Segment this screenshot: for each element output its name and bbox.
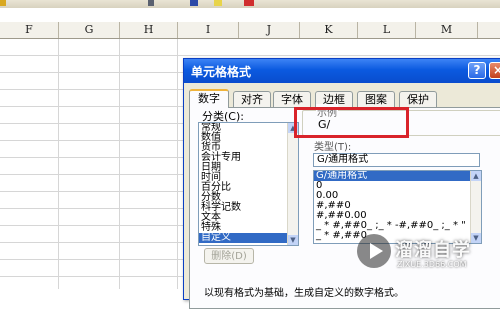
column-header[interactable]: K xyxy=(300,22,358,38)
watermark: 溜溜自学 ZIXUE.3D66.COM xyxy=(349,226,500,289)
column-header[interactable]: J xyxy=(239,22,300,38)
tab-protection[interactable]: 保护 xyxy=(399,91,437,107)
help-button[interactable]: ? xyxy=(468,62,486,79)
watermark-url: ZIXUE.3D66.COM xyxy=(397,260,467,269)
scroll-down-icon[interactable]: ▼ xyxy=(288,235,298,245)
column-header[interactable]: H xyxy=(120,22,178,38)
dialog-title: 单元格格式 xyxy=(191,65,252,79)
tab-alignment[interactable]: 对齐 xyxy=(233,91,271,107)
toolbar-icon[interactable] xyxy=(190,0,198,6)
tab-pattern[interactable]: 图案 xyxy=(357,91,395,107)
list-item-selected[interactable]: G/通用格式 xyxy=(314,171,481,181)
toolbar-icon[interactable] xyxy=(0,0,6,6)
close-button[interactable]: × xyxy=(489,62,500,79)
column-header-row: F G H I J K L M xyxy=(0,22,500,39)
column-header[interactable]: M xyxy=(416,22,478,38)
scroll-up-icon[interactable]: ▲ xyxy=(471,171,481,181)
column-header[interactable]: I xyxy=(178,22,239,38)
toolbar-icon[interactable] xyxy=(214,0,222,6)
toolbar-icon[interactable] xyxy=(148,0,154,6)
dialog-titlebar[interactable]: 单元格格式 ? × xyxy=(184,59,500,83)
toolbar-icon[interactable] xyxy=(244,0,254,6)
tab-number[interactable]: 数字 xyxy=(189,89,229,108)
list-item[interactable]: 0 xyxy=(314,181,481,191)
play-triangle-icon xyxy=(370,243,383,259)
category-scrollbar[interactable]: ▲ ▼ xyxy=(287,123,298,245)
type-label: 类型(T): xyxy=(314,142,352,153)
type-input[interactable]: G/通用格式 xyxy=(313,153,480,167)
tab-font[interactable]: 字体 xyxy=(273,91,311,107)
column-header[interactable]: G xyxy=(59,22,120,38)
category-listbox[interactable]: 常规 数值 货币 会计专用 日期 时间 百分比 分数 科学记数 文本 特殊 自定… xyxy=(198,122,299,246)
red-highlight-box xyxy=(294,107,409,138)
formula-bar-area xyxy=(0,8,500,23)
watermark-brand: 溜溜自学 xyxy=(395,240,471,261)
delete-button[interactable]: 删除(D) xyxy=(204,248,254,264)
column-header[interactable]: F xyxy=(0,22,59,38)
list-item-selected[interactable]: 自定义 xyxy=(199,233,298,243)
column-header[interactable]: L xyxy=(358,22,416,38)
